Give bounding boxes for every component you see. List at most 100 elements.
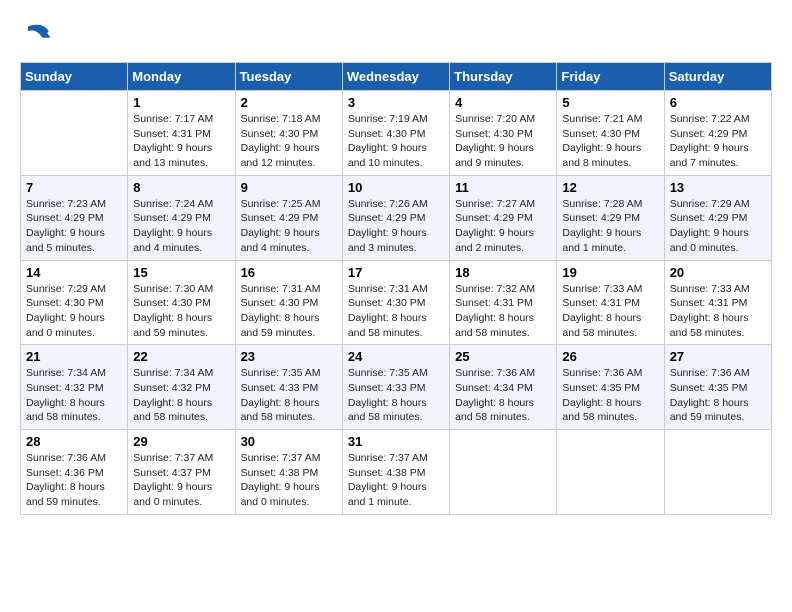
sunrise-text: Sunrise: 7:26 AM: [348, 198, 428, 210]
cell-content: 17Sunrise: 7:31 AMSunset: 4:30 PMDayligh…: [348, 265, 444, 341]
calendar-cell: 26 Sunrise: 7:36 AMSunset: 4:35 PMDayligh…: [557, 345, 664, 430]
daylight-text: Daylight: 9 hours and 8 minutes.: [562, 142, 641, 169]
day-number: 2: [241, 95, 337, 110]
day-number: 18: [455, 265, 551, 280]
sunrise-text: Sunrise: 7:17 AM: [133, 113, 213, 125]
sunset-text: Sunset: 4:31 PM: [455, 297, 533, 309]
cell-info: Sunrise: 7:19 AMSunset: 4:30 PMDaylight:…: [348, 112, 444, 171]
daylight-text: Daylight: 8 hours and 58 minutes.: [348, 397, 427, 424]
cell-content: 29Sunrise: 7:37 AMSunset: 4:37 PMDayligh…: [133, 434, 229, 510]
day-number: 19: [562, 265, 658, 280]
cell-content: 12Sunrise: 7:28 AMSunset: 4:29 PMDayligh…: [562, 180, 658, 256]
cell-content: 16Sunrise: 7:31 AMSunset: 4:30 PMDayligh…: [241, 265, 337, 341]
sunrise-text: Sunrise: 7:31 AM: [241, 283, 321, 295]
daylight-text: Daylight: 8 hours and 59 minutes.: [670, 397, 749, 424]
daylight-text: Daylight: 9 hours and 7 minutes.: [670, 142, 749, 169]
sunset-text: Sunset: 4:33 PM: [348, 382, 426, 394]
calendar-cell: 17Sunrise: 7:31 AMSunset: 4:30 PMDayligh…: [342, 260, 449, 345]
calendar-col-sunday: Sunday: [21, 63, 128, 91]
cell-content: 13 Sunrise: 7:29 AM Sunset: 4:29 PM Dayligh…: [670, 180, 766, 256]
sunset-text: Sunset: 4:36 PM: [26, 467, 104, 479]
cell-content: 2 Sunrise: 7:18 AMSunset: 4:30 PMDaylight…: [241, 95, 337, 171]
calendar-cell: 24Sunrise: 7:35 AMSunset: 4:33 PMDayligh…: [342, 345, 449, 430]
sunset-text: Sunset: 4:33 PM: [241, 382, 319, 394]
sunset-text: Sunset: 4:29 PM: [241, 212, 319, 224]
daylight-text: Daylight: 9 hours and 0 minutes.: [26, 312, 105, 339]
sunset-text: Sunset: 4:29 PM: [670, 212, 748, 224]
cell-info: Sunrise: 7:35 AMSunset: 4:33 PMDaylight:…: [241, 366, 337, 425]
day-number: 13: [670, 180, 766, 195]
cell-info: Sunrise: 7:25 AMSunset: 4:29 PMDaylight:…: [241, 197, 337, 256]
logo-icon: [20, 20, 52, 52]
calendar-col-tuesday: Tuesday: [235, 63, 342, 91]
sunset-text: Sunset: 4:35 PM: [670, 382, 748, 394]
cell-content: 23 Sunrise: 7:35 AMSunset: 4:33 PMDayligh…: [241, 349, 337, 425]
calendar-cell: 3Sunrise: 7:19 AMSunset: 4:30 PMDaylight…: [342, 91, 449, 176]
cell-info: Sunrise: 7:35 AM Sunset: 4:33 PM Daylight:…: [348, 366, 444, 425]
daylight-text: Daylight: 8 hours and 58 minutes.: [562, 312, 641, 339]
cell-info: Sunrise: 7:34 AMSunset: 4:32 PMDaylight:…: [26, 366, 122, 425]
sunset-text: Sunset: 4:30 PM: [241, 128, 319, 140]
calendar-col-saturday: Saturday: [664, 63, 771, 91]
sunset-text: Sunset: 4:30 PM: [133, 297, 211, 309]
calendar-cell: 9Sunrise: 7:25 AMSunset: 4:29 PMDaylight…: [235, 175, 342, 260]
day-number: 10: [348, 180, 444, 195]
daylight-text: Daylight: 8 hours and 58 minutes.: [455, 397, 534, 424]
cell-info: Sunrise: 7:24 AMSunset: 4:29 PMDaylight:…: [133, 197, 229, 256]
cell-info: Sunrise: 7:17 AMSunset: 4:31 PMDaylight:…: [133, 112, 229, 171]
sunset-text: Sunset: 4:35 PM: [562, 382, 640, 394]
calendar-cell: 29Sunrise: 7:37 AMSunset: 4:37 PMDayligh…: [128, 430, 235, 515]
day-number: 5: [562, 95, 658, 110]
day-number: 30: [241, 434, 337, 449]
cell-info: Sunrise: 7:18 AMSunset: 4:30 PMDaylight:…: [241, 112, 337, 171]
day-number: 17: [348, 265, 444, 280]
cell-info: Sunrise: 7:36 AMSunset: 4:34 PMDaylight:…: [455, 366, 551, 425]
daylight-text: Daylight: 9 hours and 5 minutes.: [26, 227, 105, 254]
day-number: 21: [26, 349, 122, 364]
cell-content: 20Sunrise: 7:33 AMSunset: 4:31 PMDayligh…: [670, 265, 766, 341]
daylight-text: Daylight: 9 hours and 13 minutes.: [133, 142, 212, 169]
cell-info: Sunrise: 7:22 AMSunset: 4:29 PMDaylight:…: [670, 112, 766, 171]
daylight-text: Daylight: 8 hours and 58 minutes.: [670, 312, 749, 339]
day-number: 23: [241, 349, 337, 364]
daylight-text: Daylight: 9 hours and 1 minute.: [348, 481, 427, 508]
sunrise-text: Sunrise: 7:29 AM: [26, 283, 106, 295]
cell-info: Sunrise: 7:37 AMSunset: 4:38 PMDaylight:…: [348, 451, 444, 510]
day-number: 27: [670, 349, 766, 364]
sunrise-text: Sunrise: 7:35 AM: [348, 367, 428, 379]
sunrise-text: Sunrise: 7:24 AM: [133, 198, 213, 210]
calendar-cell: 30Sunrise: 7:37 AMSunset: 4:38 PMDayligh…: [235, 430, 342, 515]
sunrise-text: Sunrise: 7:34 AM: [133, 367, 213, 379]
cell-info: Sunrise: 7:33 AMSunset: 4:31 PMDaylight:…: [670, 282, 766, 341]
cell-info: Sunrise: 7:36 AMSunset: 4:35 PMDaylight:…: [562, 366, 658, 425]
cell-info: Sunrise: 7:27 AMSunset: 4:29 PMDaylight:…: [455, 197, 551, 256]
calendar-cell: 25Sunrise: 7:36 AMSunset: 4:34 PMDayligh…: [450, 345, 557, 430]
daylight-text: Daylight: 9 hours and 3 minutes.: [348, 227, 427, 254]
cell-info: Sunrise: 7:31 AMSunset: 4:30 PMDaylight:…: [241, 282, 337, 341]
cell-info: Sunrise: 7:23 AMSunset: 4:29 PMDaylight:…: [26, 197, 122, 256]
sunrise-text: Sunrise: 7:37 AM: [133, 452, 213, 464]
calendar-header-row: SundayMondayTuesdayWednesdayThursdayFrid…: [21, 63, 772, 91]
cell-info: Sunrise: 7:32 AMSunset: 4:31 PMDaylight:…: [455, 282, 551, 341]
cell-info: Sunrise: 7:26 AMSunset: 4:29 PMDaylight:…: [348, 197, 444, 256]
daylight-text: Daylight: 9 hours and 12 minutes.: [241, 142, 320, 169]
sunset-text: Sunset: 4:29 PM: [133, 212, 211, 224]
cell-content: 24Sunrise: 7:35 AMSunset: 4:33 PMDayligh…: [348, 349, 444, 425]
cell-content: 6Sunrise: 7:22 AMSunset: 4:29 PMDaylight…: [670, 95, 766, 171]
daylight-text: Daylight: 8 hours and 58 minutes.: [26, 397, 105, 424]
cell-info: Sunrise: 7:29 AM Sunset: 4:29 PM Daylight:…: [670, 197, 766, 256]
daylight-text: Daylight: 8 hours and 59 minutes.: [26, 481, 105, 508]
day-number: 31: [348, 434, 444, 449]
daylight-text: Daylight: 9 hours and 1 minute.: [562, 227, 641, 254]
daylight-text: Daylight: 9 hours and 0 minutes.: [670, 227, 749, 254]
cell-content: 14Sunrise: 7:29 AMSunset: 4:30 PMDayligh…: [26, 265, 122, 341]
sunset-text: Sunset: 4:29 PM: [26, 212, 104, 224]
cell-content: 30Sunrise: 7:37 AMSunset: 4:38 PMDayligh…: [241, 434, 337, 510]
sunset-text: Sunset: 4:30 PM: [348, 128, 426, 140]
calendar-cell: [557, 430, 664, 515]
day-number: 26: [562, 349, 658, 364]
daylight-text: Daylight: 8 hours and 59 minutes.: [241, 312, 320, 339]
sunrise-text: Sunrise: 7:29 AM: [670, 198, 750, 210]
cell-content: 4Sunrise: 7:20 AMSunset: 4:30 PMDaylight…: [455, 95, 551, 171]
calendar-week-1: 1Sunrise: 7:17 AMSunset: 4:31 PMDaylight…: [21, 91, 772, 176]
